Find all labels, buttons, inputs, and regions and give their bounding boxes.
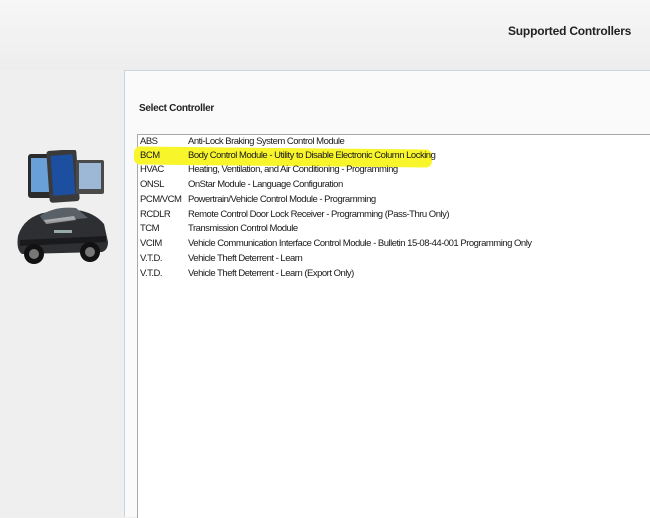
controller-code: RCDLR	[140, 209, 171, 220]
controller-code: V.T.D.	[140, 253, 163, 264]
controller-code: PCM/VCM	[140, 194, 182, 205]
controller-row-pcm-vcm[interactable]: PCM/VCM Powertrain/Vehicle Control Modul…	[138, 193, 650, 207]
controller-row-rcdlr[interactable]: RCDLR Remote Control Door Lock Receiver …	[138, 208, 650, 222]
left-column	[0, 70, 124, 516]
controller-description: Transmission Control Module	[188, 223, 298, 234]
controller-row-hvac[interactable]: HVAC Heating, Ventilation, and Air Condi…	[138, 163, 650, 177]
controller-code: VCIM	[140, 238, 162, 249]
controller-code: V.T.D.	[140, 268, 163, 279]
controller-list[interactable]: ABS Anti-Lock Braking System Control Mod…	[133, 134, 650, 518]
controller-row-bcm[interactable]: BCM Body Control Module - Utility to Dis…	[133, 146, 650, 168]
controller-description: Body Control Module - Utility to Disable…	[188, 150, 436, 161]
controller-row-vtd-export[interactable]: V.T.D. Vehicle Theft Deterrent - Learn (…	[138, 267, 650, 281]
controller-panel: Select Controller ABS Anti-Lock Braking …	[124, 70, 650, 518]
controller-description: OnStar Module - Language Configuration	[188, 179, 343, 190]
controller-row-vcim[interactable]: VCIM Vehicle Communication Interface Con…	[138, 237, 650, 251]
controller-description: Heating, Ventilation, and Air Conditioni…	[188, 164, 398, 175]
controller-code: ONSL	[140, 179, 164, 190]
controller-row-tcm[interactable]: TCM Transmission Control Module	[138, 222, 650, 236]
controller-description: Vehicle Theft Deterrent - Learn	[188, 253, 303, 264]
controller-description: Vehicle Theft Deterrent - Learn (Export …	[188, 268, 354, 279]
page-title: Supported Controllers	[508, 24, 632, 38]
controller-row-onsl[interactable]: ONSL OnStar Module - Language Configurat…	[138, 178, 650, 192]
select-controller-label: Select Controller	[139, 103, 214, 114]
controller-code: TCM	[140, 223, 160, 234]
controller-code: BCM	[140, 150, 160, 161]
controller-description: Remote Control Door Lock Receiver - Prog…	[188, 209, 450, 220]
controller-description: Vehicle Communication Interface Control …	[188, 238, 532, 249]
controller-description: Powertrain/Vehicle Control Module - Prog…	[188, 194, 376, 205]
car-and-scan-tools-icon	[17, 150, 108, 264]
controller-row-vtd[interactable]: V.T.D. Vehicle Theft Deterrent - Learn	[138, 252, 650, 266]
controller-code: HVAC	[140, 164, 164, 175]
header-bar: Supported Controllers	[0, 0, 650, 70]
